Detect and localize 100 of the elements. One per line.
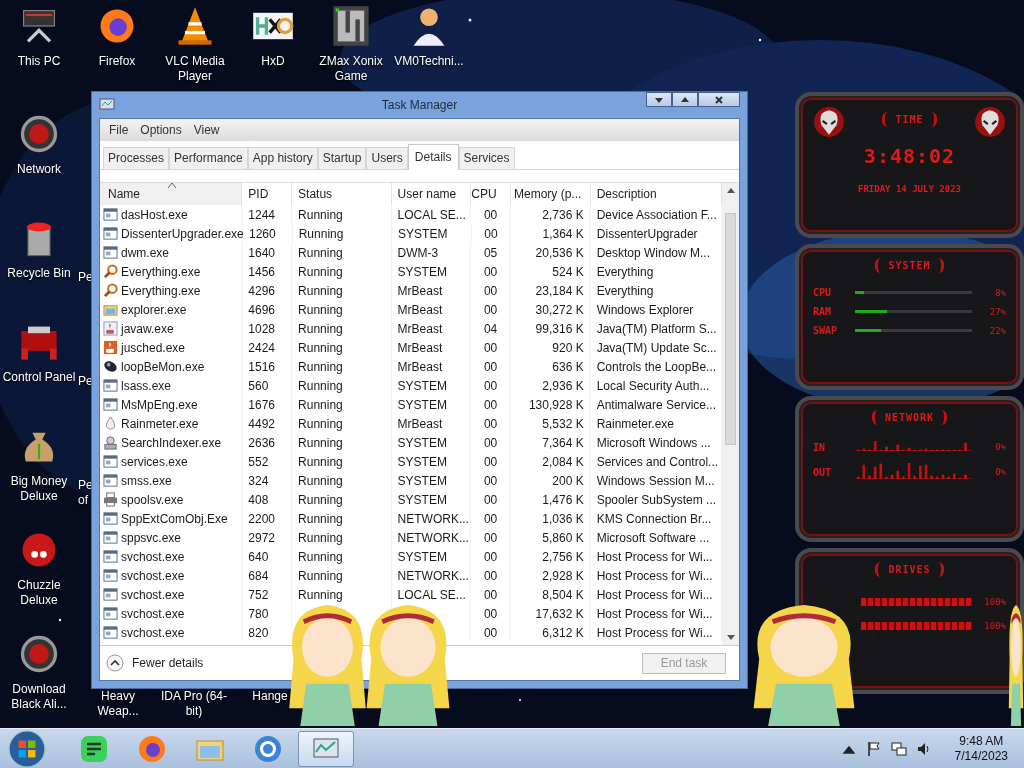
column-header[interactable]: User name	[391, 183, 472, 205]
icon-label: Recycle Bin	[7, 266, 71, 281]
column-header[interactable]: CPU	[471, 183, 511, 205]
tab[interactable]: Startup	[317, 147, 367, 169]
table-cell: LOCAL SE...	[397, 587, 466, 602]
table-cell: 7,364 K	[542, 435, 584, 450]
widget-title: SYSTEM	[875, 258, 944, 273]
table-cell: SYSTEM	[398, 226, 448, 241]
table-cell: 640	[248, 549, 269, 564]
table-cell: 00	[483, 549, 498, 564]
icon-label: HxD	[261, 54, 285, 69]
table-cell: Running	[298, 207, 343, 222]
menu-item[interactable]: File	[104, 121, 134, 139]
taskbar-date[interactable]: 7/14/2023	[954, 748, 1008, 764]
column-header[interactable]: Name	[100, 183, 243, 205]
column-header[interactable]: Status	[292, 183, 392, 205]
table-cell: javaw.exe	[121, 321, 174, 336]
table-cell: Running	[298, 226, 344, 241]
table-cell: 00	[483, 530, 498, 545]
table-cell: 99,316 K	[535, 321, 584, 336]
table-cell: MrBeast	[397, 359, 443, 374]
table-cell: Host Process for Wi...	[596, 606, 713, 621]
table-cell: Host Process for Wi...	[596, 568, 713, 583]
table-cell: svchost.exe	[121, 606, 185, 621]
flag-icon[interactable]	[865, 740, 882, 757]
tab[interactable]: Services	[458, 147, 515, 169]
table-cell: Running	[298, 302, 343, 317]
tab[interactable]: Details	[407, 144, 459, 170]
window-icon	[103, 454, 118, 469]
network-icon[interactable]	[890, 740, 907, 757]
table-cell: SYSTEM	[397, 397, 447, 412]
table-cell: 1456	[248, 264, 275, 279]
table-cell: Host Process for Wi...	[596, 625, 713, 640]
meter-reading: 22%	[988, 325, 1006, 336]
widget-title: DRIVES	[875, 562, 944, 577]
tab[interactable]: Processes	[103, 147, 170, 169]
table-cell: Running	[298, 245, 343, 260]
table-cell: 00	[483, 492, 498, 507]
icon-label: Download Black Ali...	[10, 682, 68, 712]
window-icon	[103, 530, 118, 545]
table-cell: 752	[248, 587, 269, 602]
icon-label: Big Money Deluxe	[9, 474, 69, 504]
table-cell: Device Association F...	[596, 207, 717, 222]
menu-item[interactable]: Options	[135, 121, 187, 139]
table-cell: Java(TM) Update Sc...	[596, 340, 717, 355]
start-button[interactable]	[8, 729, 46, 768]
table-cell: NETWORK...	[397, 530, 469, 545]
icon-label: ZMax Xonix Game	[318, 54, 384, 84]
table-cell: Host Process for Wi...	[596, 549, 713, 564]
maximize-button[interactable]	[672, 92, 698, 107]
taskbar-time[interactable]: 9:48 AM	[959, 733, 1004, 749]
table-cell: lsass.exe	[121, 378, 172, 393]
table-cell: 1,364 K	[542, 226, 584, 241]
column-header[interactable]: PID	[242, 183, 293, 205]
meter-label: CPU	[813, 287, 833, 298]
table-cell: 00	[484, 226, 498, 241]
icon-label: Hange	[251, 689, 289, 705]
icon-label: Heavy Weap...	[96, 689, 140, 719]
table-cell: 00	[483, 511, 498, 526]
table-cell: Running	[298, 530, 343, 545]
window-icon	[103, 245, 118, 260]
caret-up-icon[interactable]	[726, 188, 735, 193]
icon-label: This PC	[17, 54, 61, 69]
tab[interactable]: Users	[366, 147, 408, 169]
magnifier-icon	[103, 264, 118, 279]
table-cell: spoolsv.exe	[121, 492, 184, 507]
table-cell: 1260	[249, 226, 276, 241]
minimize-button[interactable]	[646, 92, 672, 107]
window-icon	[103, 549, 118, 564]
menu-item[interactable]: View	[188, 121, 225, 139]
table-cell: svchost.exe	[121, 587, 185, 602]
table-cell: Host Process for Wi...	[596, 587, 713, 602]
column-header[interactable]: Memory (p...	[511, 183, 591, 205]
magnifier-icon	[103, 283, 118, 298]
tab[interactable]: App history	[247, 147, 318, 169]
table-cell: Running	[298, 359, 343, 374]
fewer-details-button[interactable]: Fewer details	[106, 654, 204, 672]
caret-down-icon[interactable]	[726, 635, 735, 640]
table-cell: Windows Explorer	[596, 302, 694, 317]
table-cell: NETWORK...	[397, 568, 469, 583]
table-cell: svchost.exe	[121, 625, 185, 640]
table-cell: SYSTEM	[397, 454, 447, 469]
icon-label: of	[78, 493, 89, 508]
table-cell: DissenterUpgrader	[596, 226, 698, 241]
icon-label: Control Panel	[2, 370, 76, 385]
table-cell: SYSTEM	[397, 549, 447, 564]
icon-label: IDA Pro (64-bit)	[160, 689, 228, 719]
table-cell: Desktop Window M...	[596, 245, 711, 260]
scrollbar[interactable]	[722, 183, 739, 645]
table-cell: 4492	[248, 416, 275, 431]
table-cell: MsMpEng.exe	[121, 397, 198, 412]
close-button[interactable]	[698, 92, 740, 107]
window-icon	[103, 625, 118, 640]
meter-label: IN	[813, 441, 827, 453]
window-icon	[103, 587, 118, 602]
table-cell: Spooler SubSystem ...	[596, 492, 717, 507]
table-cell: 780	[248, 606, 269, 621]
table-cell: SYSTEM	[397, 435, 447, 450]
table-cell: 1,036 K	[542, 511, 584, 526]
tab[interactable]: Performance	[169, 147, 248, 169]
